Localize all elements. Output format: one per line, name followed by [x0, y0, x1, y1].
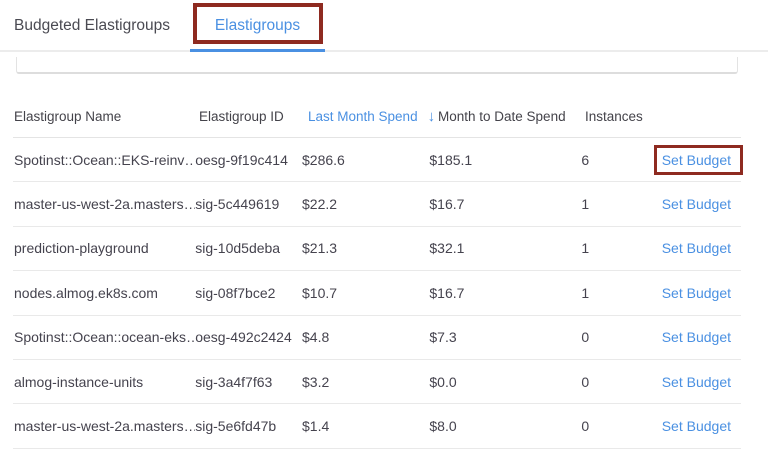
cell-elastigroup-name: Spotinst::Ocean::EKS-reinv…: [13, 152, 195, 168]
cell-actions: Set Budget: [662, 418, 741, 434]
table-row: almog-instance-units sig-3a4f7f63 $3.2 $…: [13, 360, 741, 404]
cell-elastigroup-id: sig-10d5deba: [195, 240, 302, 256]
tab-elastigroups[interactable]: Elastigroups: [190, 0, 325, 52]
set-budget-link[interactable]: Set Budget: [662, 329, 731, 345]
cell-actions: Set Budget: [662, 285, 741, 301]
cell-month-to-date-spend: $8.0: [429, 418, 573, 434]
column-header-last-month-spend-label: Last Month Spend: [308, 109, 418, 124]
cell-last-month-spend: $286.6: [302, 152, 429, 168]
cell-month-to-date-spend: $185.1: [429, 152, 573, 168]
cell-elastigroup-id: oesg-9f19c414: [195, 152, 302, 168]
cell-month-to-date-spend: $16.7: [429, 196, 573, 212]
column-header-last-month-spend[interactable]: Last Month Spend ↓: [308, 108, 438, 125]
cell-instances: 6: [573, 152, 661, 168]
set-budget-link[interactable]: Set Budget: [662, 152, 731, 168]
filter-box[interactable]: [16, 57, 738, 74]
table-row: Spotinst::Ocean::ocean-eks… oesg-492c242…: [13, 316, 741, 360]
cell-last-month-spend: $4.8: [302, 329, 429, 345]
column-header-instances[interactable]: Instances: [585, 109, 675, 124]
cell-actions: Set Budget: [662, 329, 741, 345]
cell-last-month-spend: $10.7: [302, 285, 429, 301]
cell-instances: 1: [573, 240, 661, 256]
table-row: nodes.almog.ek8s.com sig-08f7bce2 $10.7 …: [13, 271, 741, 315]
annotation-box-set-budget: [654, 145, 743, 175]
cell-actions: Set Budget: [662, 374, 741, 390]
cell-month-to-date-spend: $0.0: [429, 374, 573, 390]
cell-instances: 0: [573, 329, 661, 345]
cell-elastigroup-id: sig-08f7bce2: [195, 285, 302, 301]
table-row: prediction-playground sig-10d5deba $21.3…: [13, 227, 741, 271]
cell-instances: 0: [573, 418, 661, 434]
table-row: master-us-west-2a.masters… sig-5c449619 …: [13, 182, 741, 226]
column-header-elastigroup-id[interactable]: Elastigroup ID: [199, 109, 308, 124]
cell-elastigroup-name: almog-instance-units: [13, 374, 195, 390]
cell-elastigroup-id: oesg-492c2424: [195, 329, 302, 345]
set-budget-link[interactable]: Set Budget: [662, 196, 731, 212]
cell-elastigroup-name: master-us-west-2a.masters…: [13, 196, 195, 212]
cell-actions: Set Budget: [662, 196, 741, 212]
elastigroups-table: Elastigroup Name Elastigroup ID Last Mon…: [13, 95, 741, 449]
cell-actions: Set Budget: [662, 152, 741, 168]
cell-month-to-date-spend: $16.7: [429, 285, 573, 301]
cell-last-month-spend: $21.3: [302, 240, 429, 256]
table-row: master-us-west-2a.masters… sig-5e6fd47b …: [13, 404, 741, 448]
cell-instances: 0: [573, 374, 661, 390]
tab-budgeted-elastigroups[interactable]: Budgeted Elastigroups: [14, 0, 170, 52]
set-budget-link[interactable]: Set Budget: [662, 240, 731, 256]
cell-elastigroup-id: sig-5e6fd47b: [195, 418, 302, 434]
table-row: Spotinst::Ocean::EKS-reinv… oesg-9f19c41…: [13, 138, 741, 182]
table-body: Spotinst::Ocean::EKS-reinv… oesg-9f19c41…: [13, 138, 741, 449]
cell-month-to-date-spend: $32.1: [429, 240, 573, 256]
sort-desc-arrow-icon[interactable]: ↓: [428, 108, 436, 125]
column-header-elastigroup-name[interactable]: Elastigroup Name: [13, 109, 199, 124]
set-budget-link[interactable]: Set Budget: [662, 285, 731, 301]
cell-elastigroup-name: prediction-playground: [13, 240, 195, 256]
cell-elastigroup-name: Spotinst::Ocean::ocean-eks…: [13, 329, 195, 345]
budgets-page: Budgeted Elastigroups Elastigroups Elast…: [0, 0, 768, 457]
cell-last-month-spend: $1.4: [302, 418, 429, 434]
cell-elastigroup-id: sig-5c449619: [195, 196, 302, 212]
cell-actions: Set Budget: [662, 240, 741, 256]
cell-month-to-date-spend: $7.3: [429, 329, 573, 345]
column-header-month-to-date-spend[interactable]: Month to Date Spend: [438, 109, 585, 124]
cell-instances: 1: [573, 196, 661, 212]
active-tab-underline: [190, 49, 325, 52]
set-budget-link[interactable]: Set Budget: [662, 374, 731, 390]
cell-elastigroup-id: sig-3a4f7f63: [195, 374, 302, 390]
set-budget-link[interactable]: Set Budget: [662, 418, 731, 434]
cell-elastigroup-name: nodes.almog.ek8s.com: [13, 285, 195, 301]
cell-instances: 1: [573, 285, 661, 301]
table-header-row: Elastigroup Name Elastigroup ID Last Mon…: [13, 95, 741, 138]
tab-bar: Budgeted Elastigroups Elastigroups: [0, 0, 768, 52]
cell-elastigroup-name: master-us-west-2a.masters…: [13, 418, 195, 434]
cell-last-month-spend: $3.2: [302, 374, 429, 390]
cell-last-month-spend: $22.2: [302, 196, 429, 212]
